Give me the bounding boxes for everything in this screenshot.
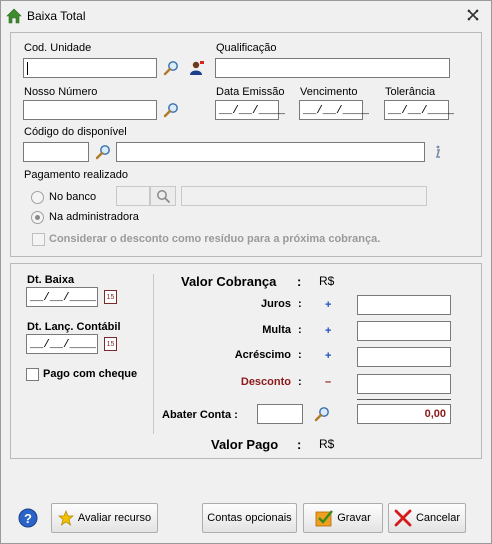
- search-icon: [157, 190, 170, 203]
- juros-input[interactable]: [357, 295, 451, 315]
- svg-text:?: ?: [24, 511, 32, 526]
- juros-plus: +: [325, 299, 332, 311]
- pagamento-realizado-label: Pagamento realizado: [24, 169, 128, 181]
- help-icon[interactable]: ?: [18, 508, 38, 528]
- dt-lanc-contabil-label: Dt. Lanç. Contábil: [27, 321, 121, 333]
- nosso-numero-label: Nosso Número: [24, 86, 98, 98]
- search-icon[interactable]: [95, 144, 111, 160]
- codigo-disponivel-label: Código do disponível: [24, 126, 127, 138]
- dt-lanc-contabil-input[interactable]: __/__/____: [26, 334, 98, 354]
- calendar-icon[interactable]: 15: [104, 337, 117, 351]
- gravar-button[interactable]: Gravar: [303, 503, 383, 533]
- desconto-input[interactable]: [357, 374, 451, 394]
- qualificacao-label: Qualificação: [216, 42, 277, 54]
- gravar-label: Gravar: [337, 512, 371, 524]
- vencimento-input[interactable]: __/__/____: [299, 100, 369, 120]
- nosso-numero-input[interactable]: [23, 100, 157, 120]
- valor-pago-colon: :: [297, 437, 302, 452]
- abater-conta-input[interactable]: [257, 404, 303, 424]
- data-emissao-label: Data Emissão: [216, 86, 285, 98]
- banco-search-button[interactable]: [150, 186, 176, 206]
- abater-value: 0,00: [424, 408, 446, 420]
- multa-label: Multa: [262, 324, 291, 336]
- pago-cheque-label[interactable]: Pago com cheque: [43, 368, 137, 380]
- valor-cobranca-label: Valor Cobrança: [181, 274, 277, 289]
- total-separator: [357, 399, 451, 400]
- star-icon: [57, 510, 74, 526]
- multa-input[interactable]: [357, 321, 451, 341]
- tolerancia-label: Tolerância: [385, 86, 436, 98]
- qualificacao-input[interactable]: [215, 58, 450, 78]
- text-caret: [27, 62, 28, 75]
- dt-baixa-input[interactable]: __/__/____: [26, 287, 98, 307]
- banco-code-input[interactable]: [116, 186, 150, 206]
- info-icon[interactable]: [429, 144, 445, 160]
- dt-baixa-label: Dt. Baixa: [27, 274, 75, 286]
- desconto-colon: :: [298, 376, 302, 388]
- search-icon[interactable]: [163, 102, 179, 118]
- search-icon[interactable]: [314, 406, 330, 422]
- valor-pago-label: Valor Pago: [211, 437, 279, 452]
- unit-panel: Cod. Unidade Qualificação Nosso Número D…: [10, 32, 482, 257]
- home-icon: [6, 8, 22, 24]
- contas-opcionais-button[interactable]: Contas opcionais: [202, 503, 297, 533]
- cod-unidade-label: Cod. Unidade: [24, 42, 92, 54]
- considerar-desconto-label[interactable]: Considerar o desconto como resíduo para …: [49, 233, 380, 245]
- multa-colon: :: [298, 324, 302, 336]
- radio-na-administradora[interactable]: [31, 211, 44, 224]
- search-icon[interactable]: [163, 60, 179, 76]
- calendar-day: 15: [106, 341, 115, 348]
- radio-no-banco[interactable]: [31, 191, 44, 204]
- close-icon[interactable]: [465, 7, 481, 23]
- user-lookup-icon[interactable]: [189, 60, 205, 76]
- acrescimo-plus: +: [325, 350, 332, 362]
- na-administradora-label[interactable]: Na administradora: [49, 211, 139, 223]
- desconto-label: Desconto: [240, 376, 291, 388]
- date-mask: __/__/____: [30, 339, 97, 351]
- avaliar-recurso-label: Avaliar recurso: [77, 512, 152, 524]
- vencimento-label: Vencimento: [300, 86, 358, 98]
- save-check-icon: [315, 510, 334, 527]
- acrescimo-input[interactable]: [357, 347, 451, 367]
- abater-value-field: 0,00: [357, 404, 451, 424]
- date-mask: __/__/____: [219, 105, 286, 117]
- cancelar-label: Cancelar: [415, 512, 461, 524]
- baixa-total-window: Baixa Total Cod. Unidade Qualificação No…: [0, 0, 492, 544]
- pago-cheque-checkbox[interactable]: [26, 368, 39, 381]
- acrescimo-label: Acréscimo: [234, 349, 291, 361]
- window-title: Baixa Total: [27, 9, 86, 23]
- date-mask: __/__/____: [303, 105, 370, 117]
- juros-label: Juros: [261, 298, 291, 310]
- title-bar: Baixa Total: [1, 1, 491, 31]
- tolerancia-input[interactable]: __/__/____: [384, 100, 454, 120]
- contas-opcionais-label: Contas opcionais: [207, 512, 292, 524]
- valor-pago-currency: R$: [319, 437, 335, 451]
- cod-unidade-input[interactable]: [23, 58, 157, 78]
- no-banco-label[interactable]: No banco: [49, 191, 96, 203]
- calendar-icon[interactable]: 15: [104, 290, 117, 304]
- abater-conta-label: Abater Conta :: [162, 409, 238, 421]
- data-emissao-input[interactable]: __/__/____: [215, 100, 285, 120]
- valor-cobranca-colon: :: [297, 274, 302, 289]
- vertical-divider: [153, 274, 154, 434]
- valor-cobranca-currency: R$: [319, 274, 335, 288]
- calendar-day: 15: [106, 294, 115, 301]
- avaliar-recurso-button[interactable]: Avaliar recurso: [51, 503, 158, 533]
- codigo-disponivel-input[interactable]: [23, 142, 89, 162]
- baixa-panel: Dt. Baixa __/__/____ 15 Dt. Lanç. Contáb…: [10, 263, 482, 459]
- juros-colon: :: [298, 298, 302, 310]
- cancel-x-icon: [394, 509, 412, 527]
- banco-name-input[interactable]: [181, 186, 427, 206]
- considerar-desconto-checkbox[interactable]: [32, 233, 45, 246]
- disponivel-description-input[interactable]: [116, 142, 425, 162]
- date-mask: __/__/____: [388, 105, 455, 117]
- multa-plus: +: [325, 325, 332, 337]
- acrescimo-colon: :: [298, 349, 302, 361]
- desconto-minus: –: [325, 376, 332, 388]
- cancelar-button[interactable]: Cancelar: [388, 503, 466, 533]
- date-mask: __/__/____: [30, 292, 97, 304]
